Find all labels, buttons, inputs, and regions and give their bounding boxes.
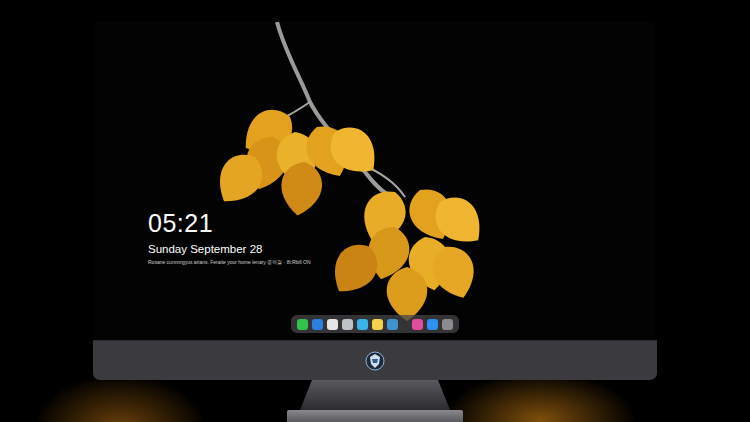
clock-date: Sunday September 28 [148, 242, 655, 257]
clock-time: 05:21 [148, 210, 655, 238]
dock-app-icon[interactable] [327, 319, 338, 330]
dock-app-icon[interactable] [442, 319, 453, 330]
leaves-wallpaper-icon [95, 22, 655, 340]
dock-app-icon[interactable] [357, 319, 368, 330]
lock-clock: 05:21 Sunday September 28 Rosane cunnnrg… [95, 22, 655, 266]
monitor-stand [300, 380, 450, 410]
monitor-base [287, 410, 463, 422]
monitor-chin [93, 340, 657, 380]
dock-app-icon[interactable] [372, 319, 383, 330]
brand-logo-icon [365, 351, 385, 371]
dock-app-icon[interactable] [387, 319, 398, 330]
monitor: 05:21 Sunday September 28 Rosane cunnnrg… [0, 0, 750, 422]
screen: 05:21 Sunday September 28 Rosane cunnnrg… [95, 22, 655, 340]
dock-app-icon[interactable] [297, 319, 308, 330]
dock [291, 315, 459, 333]
dock-app-icon[interactable] [342, 319, 353, 330]
notification-line: Rosane cunnnrgyus arians. Feraite your h… [148, 259, 655, 266]
dock-app-icon[interactable] [312, 319, 323, 330]
dock-app-icon[interactable] [427, 319, 438, 330]
dock-app-icon[interactable] [412, 319, 423, 330]
